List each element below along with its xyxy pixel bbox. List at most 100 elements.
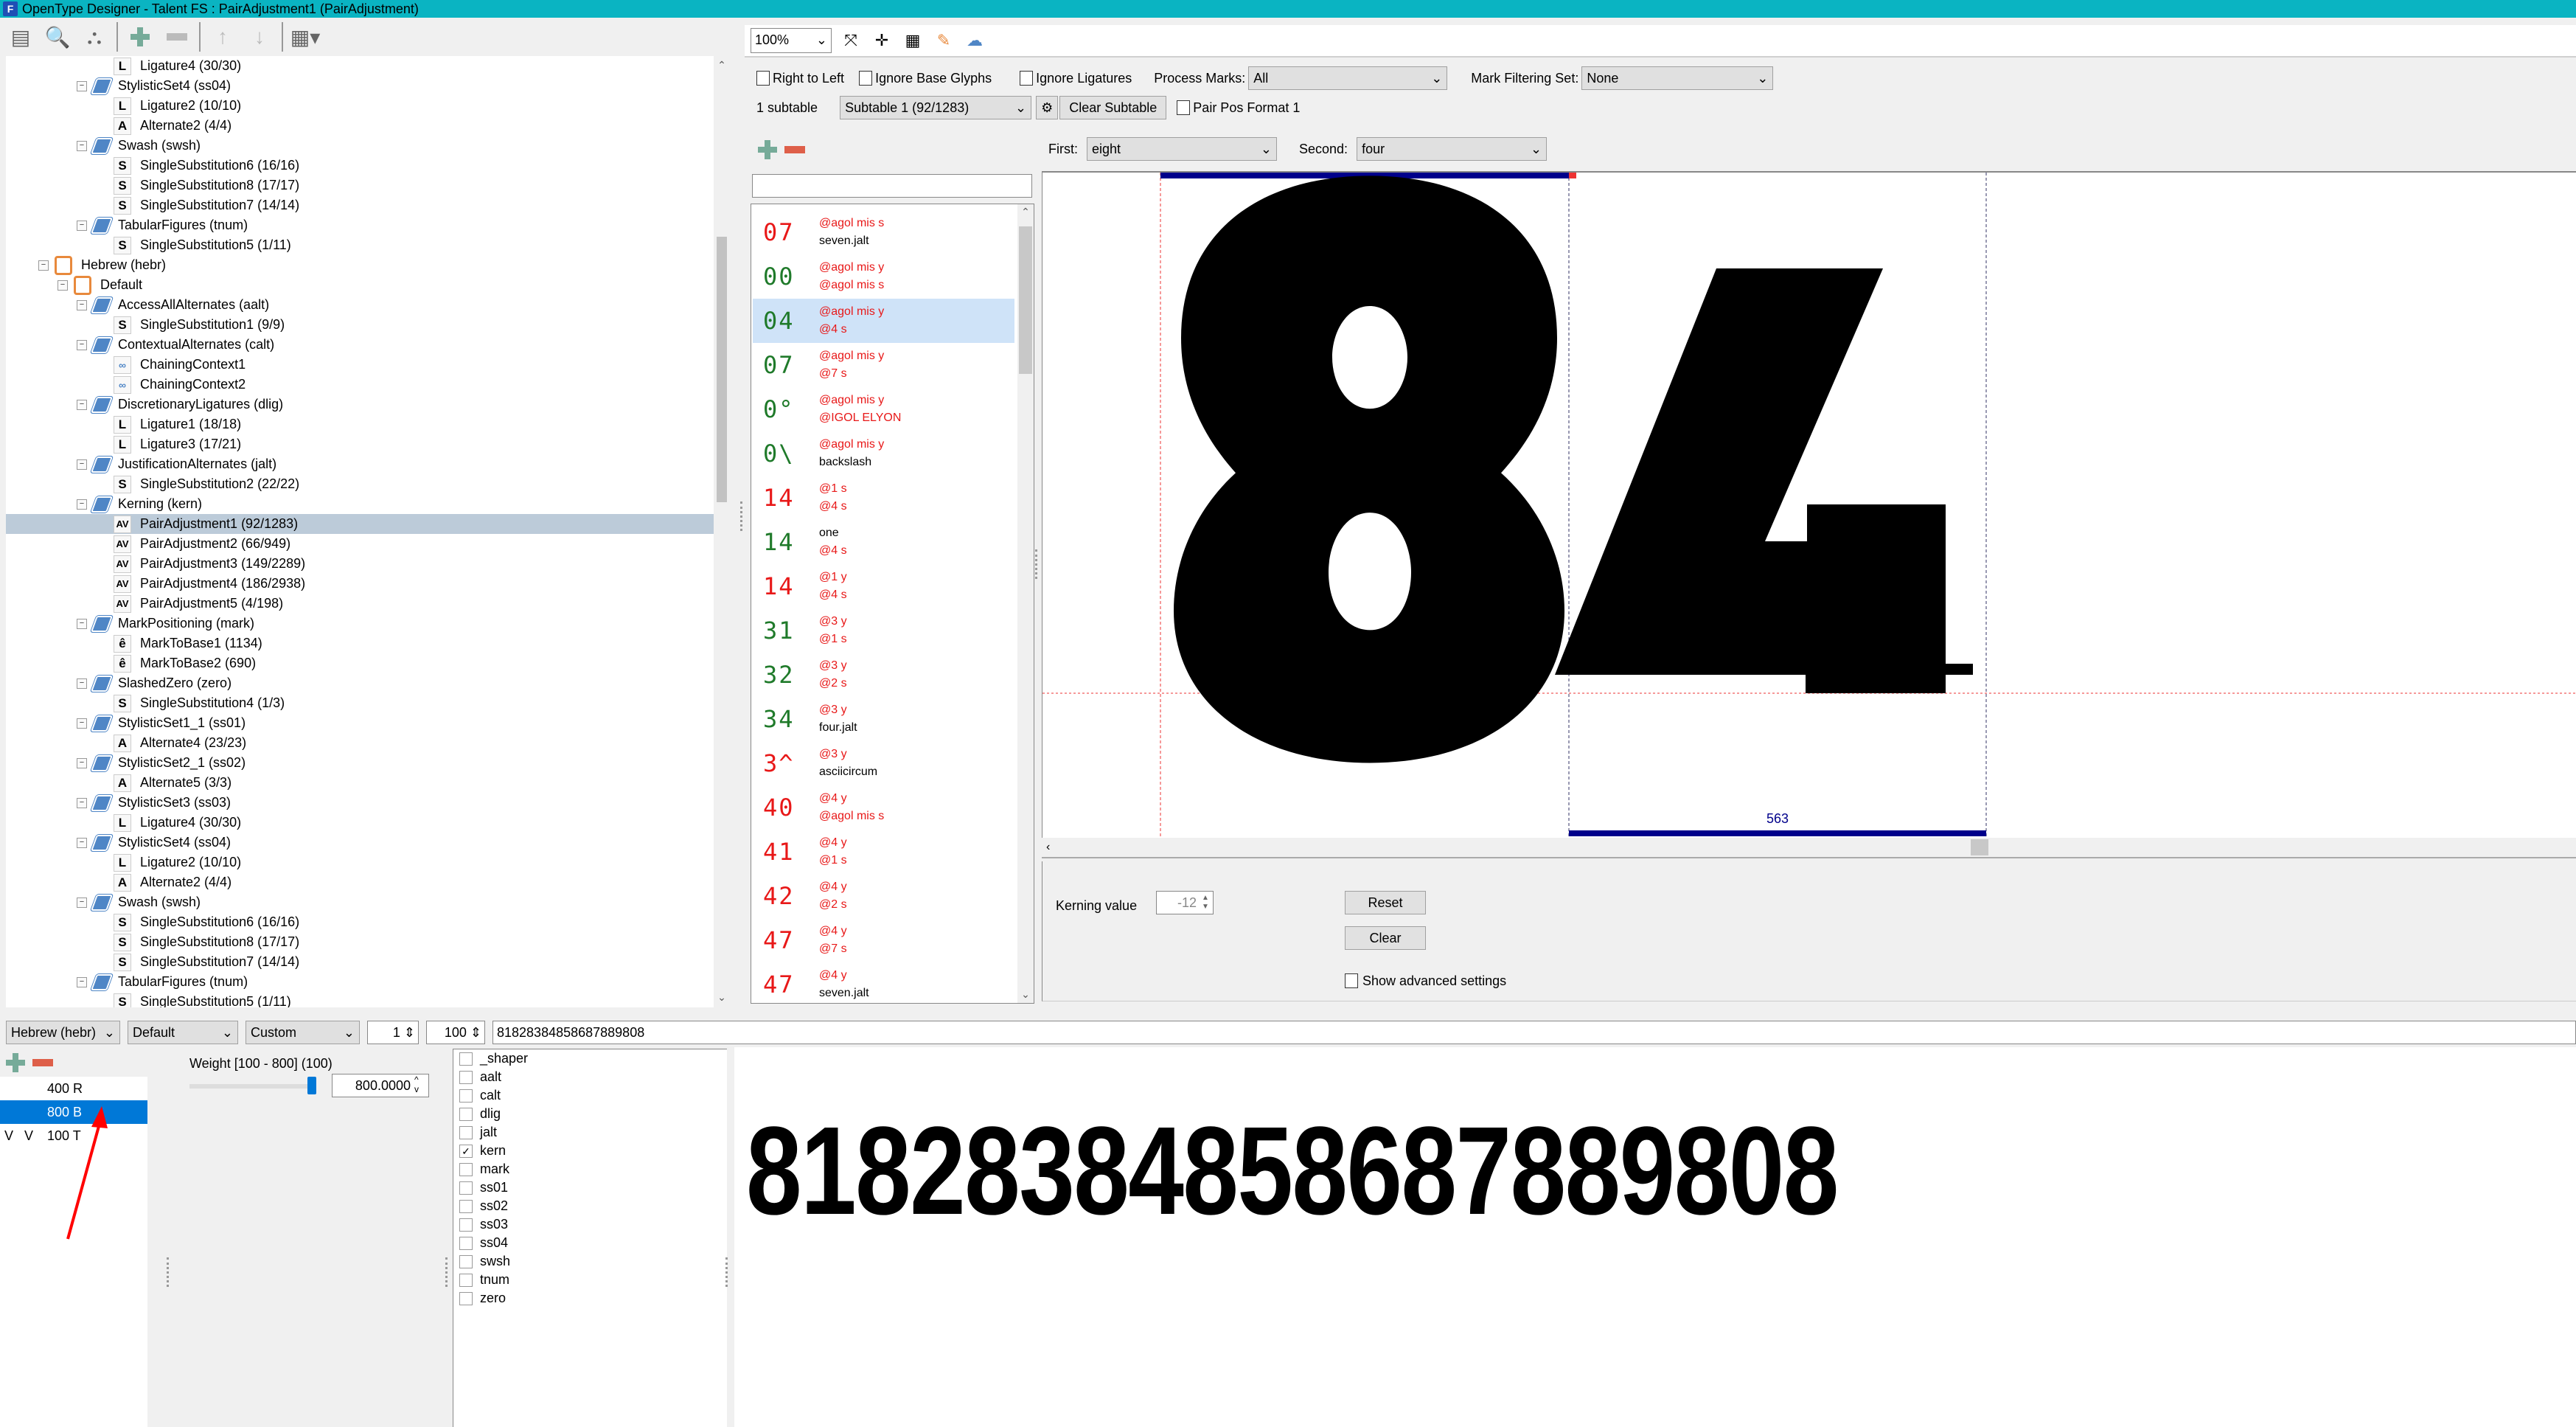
tree-item[interactable]: − AccessAllAlternates (aalt) [6,295,714,315]
tree-item[interactable]: − JustificationAlternates (jalt) [6,454,714,474]
tree-item[interactable]: − ContextualAlternates (calt) [6,335,714,355]
pair-list-item[interactable]: 14 one @4 s [753,520,1014,564]
collapse-toggle-icon[interactable]: − [77,757,87,768]
script-select[interactable]: Hebrew (hebr) ⌄ [6,1021,120,1044]
pair-search-input[interactable] [752,174,1032,198]
tree-item[interactable]: A Alternate4 (23/23) [6,733,714,753]
add-pair-button[interactable] [758,140,777,159]
spin-arrows-icon[interactable]: ^ v [414,1075,419,1094]
collapse-toggle-icon[interactable]: − [77,399,87,410]
tree-item[interactable]: − MarkPositioning (mark) [6,614,714,633]
feature-checkbox[interactable] [459,1254,473,1268]
feature-item[interactable]: swsh [453,1252,727,1271]
tree-item[interactable]: L Ligature2 (10/10) [6,96,714,116]
feature-item[interactable]: aalt [453,1068,727,1086]
tree-item[interactable]: − StylisticSet4 (ss04) [6,833,714,853]
tree-item[interactable]: − Kerning (kern) [6,494,714,514]
tree-scrollbar[interactable]: ⌃ ⌄ [714,56,730,1007]
tree-item[interactable]: S SingleSubstitution7 (14/14) [6,952,714,972]
tree-item[interactable]: ê MarkToBase1 (1134) [6,633,714,653]
splitter-grip[interactable] [740,501,743,531]
collapse-toggle-icon[interactable]: − [77,976,87,987]
tree-item[interactable]: S SingleSubstitution5 (1/11) [6,235,714,255]
add-button[interactable] [125,22,155,52]
collapse-toggle-icon[interactable]: − [77,837,87,848]
tree-item[interactable]: L Ligature3 (17/21) [6,434,714,454]
tree-item[interactable]: AV PairAdjustment4 (186/2938) [6,574,714,594]
feature-item[interactable]: tnum [453,1271,727,1289]
first-glyph-select[interactable]: eight ⌄ [1087,137,1277,161]
weight-slider-track[interactable] [189,1084,315,1089]
tree-item[interactable]: S SingleSubstitution4 (1/3) [6,693,714,713]
tree-item[interactable]: S SingleSubstitution8 (17/17) [6,932,714,952]
feature-item[interactable]: _shaper [453,1049,727,1068]
collapse-toggle-icon[interactable]: − [77,618,87,629]
tree-item[interactable]: − StylisticSet4 (ss04) [6,76,714,96]
feature-checkbox[interactable] [459,1218,473,1232]
collapse-toggle-icon[interactable]: − [77,797,87,808]
scroll-down-icon[interactable]: ⌄ [715,991,728,1004]
pair-list-item[interactable]: 14 @1 y @4 s [753,564,1014,608]
subtable-settings-button[interactable]: ⚙ [1036,96,1059,119]
feature-checkbox[interactable]: ✓ [459,1144,473,1158]
tree-item[interactable]: AV PairAdjustment1 (92/1283) [6,514,714,534]
feature-item[interactable]: zero [453,1289,727,1308]
scroll-up-icon[interactable]: ⌃ [1019,206,1032,219]
instance-select[interactable]: Custom ⌄ [246,1021,360,1044]
feature-checkbox[interactable] [459,1273,473,1287]
scrollbar-thumb[interactable] [717,237,727,502]
scrollbar-thumb[interactable] [1971,839,1988,855]
clear-button[interactable]: Clear [1345,926,1426,950]
search-lookup-button[interactable]: 🔍 [43,22,72,52]
feature-item[interactable]: calt [453,1086,727,1105]
pair-list-item[interactable]: 41 @4 y @1 s [753,830,1014,874]
tree-item[interactable]: S SingleSubstitution5 (1/11) [6,992,714,1007]
ignore-base-checkbox[interactable] [859,71,873,86]
tree-item[interactable]: L Ligature1 (18/18) [6,414,714,434]
reset-button[interactable]: Reset [1345,891,1426,914]
feature-item[interactable]: ss03 [453,1215,727,1234]
tree-item[interactable]: S SingleSubstitution6 (16/16) [6,156,714,176]
splitter-grip[interactable] [725,1257,728,1287]
feature-checkbox[interactable] [459,1052,473,1066]
tree-item[interactable]: S SingleSubstitution7 (14/14) [6,195,714,215]
collapse-toggle-icon[interactable]: − [58,280,68,291]
pair-list-item[interactable]: 40 @4 y @agol mis s [753,785,1014,830]
remove-master-button[interactable] [32,1059,53,1066]
tree-item[interactable]: ∞ ChainingContext1 [6,355,714,375]
font-size-spinner[interactable]: 100 ⇕ [426,1021,485,1044]
feature-checkbox[interactable] [459,1199,473,1213]
collapse-toggle-icon[interactable]: − [77,678,87,689]
grid-icon[interactable]: ▦ [901,29,925,52]
tree-item[interactable]: L Ligature2 (10/10) [6,853,714,872]
tree-item[interactable]: AV PairAdjustment5 (4/198) [6,594,714,614]
splitter-grip[interactable] [445,1257,448,1287]
pair-list-item[interactable]: 04 @agol mis y @4 s [753,299,1014,343]
feature-checkbox[interactable] [459,1089,473,1103]
feature-checkbox[interactable] [459,1236,473,1250]
tree-item[interactable]: − DiscretionaryLigatures (dlig) [6,395,714,414]
pair-list-item[interactable]: 34 @3 y four.jalt [753,697,1014,741]
tree-item[interactable]: − TabularFigures (tnum) [6,215,714,235]
master-item[interactable]: 400 R [0,1077,147,1100]
glyph-canvas[interactable]: 564 563 [1042,171,2576,838]
tree-item[interactable]: − StylisticSet3 (ss03) [6,793,714,813]
line-count-spinner[interactable]: 1 ⇕ [367,1021,419,1044]
process-marks-select[interactable]: All ⌄ [1248,66,1448,90]
scrollbar-thumb[interactable] [1019,226,1032,374]
feature-item[interactable]: jalt [453,1123,727,1142]
move-down-button[interactable]: ↓ [245,22,274,52]
feature-checkbox[interactable] [459,1181,473,1195]
right-to-left-checkbox[interactable] [756,71,770,86]
pair-list-item[interactable]: 31 @3 y @1 s [753,608,1014,653]
feature-checkbox[interactable] [459,1070,473,1084]
view-options-button[interactable]: ▦▾ [290,22,321,52]
pair-list-item[interactable]: 0° @agol mis y @IGOL ELYON [753,387,1014,431]
add-master-button[interactable] [6,1053,25,1072]
preview-text-input[interactable]: 81828384858687889808 [492,1021,2576,1044]
cloud-icon[interactable]: ☁ [963,29,986,52]
tree-item[interactable]: − Swash (swsh) [6,136,714,156]
canvas-hscrollbar[interactable]: ‹ [1042,838,2576,858]
tree-item[interactable]: AV PairAdjustment3 (149/2289) [6,554,714,574]
weight-slider-thumb[interactable] [307,1077,316,1094]
